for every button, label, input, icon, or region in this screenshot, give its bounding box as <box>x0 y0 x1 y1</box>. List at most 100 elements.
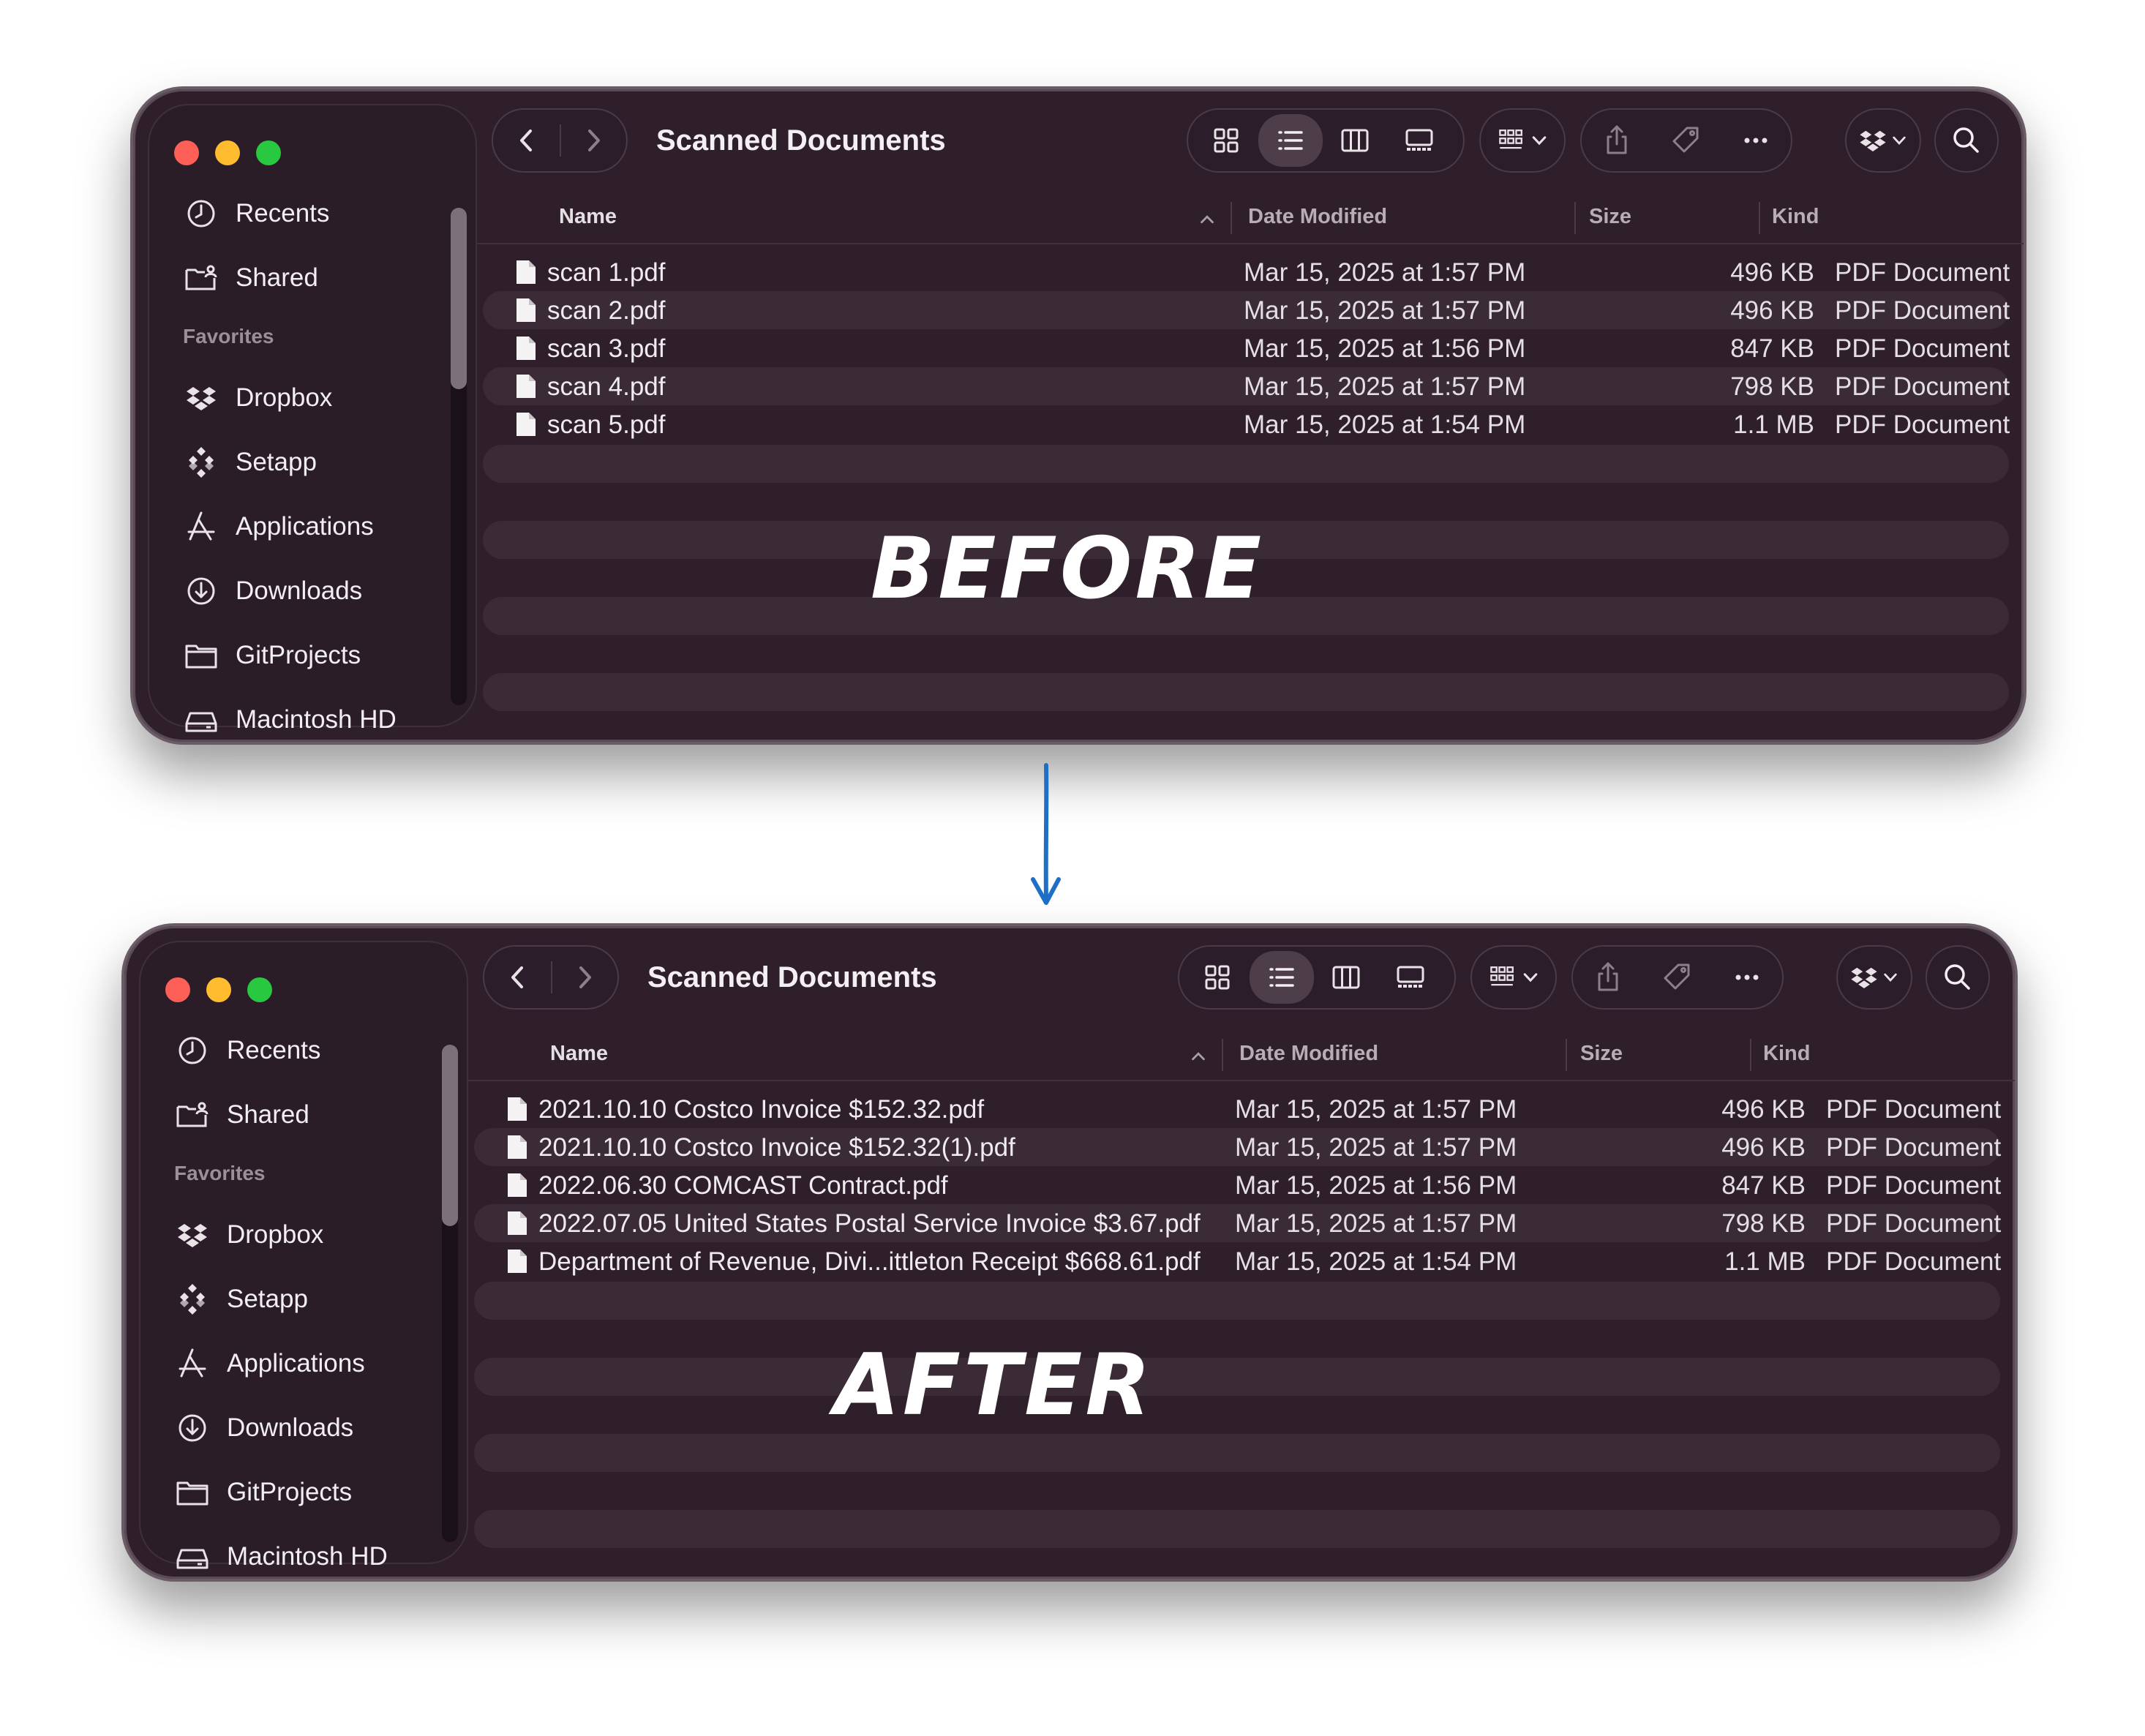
file-size: 798 KB <box>1721 1209 1806 1238</box>
search-button[interactable] <box>1926 945 1990 1010</box>
column-header-date[interactable]: Date Modified <box>1239 1042 1378 1066</box>
back-button[interactable] <box>493 122 560 159</box>
shared-folder-icon <box>185 265 217 290</box>
sort-ascending-icon <box>1192 1052 1205 1061</box>
action-buttons <box>1571 945 1784 1010</box>
sidebar-item-dropbox[interactable]: Dropbox <box>174 1213 323 1257</box>
search-button[interactable] <box>1934 108 1999 173</box>
file-kind: PDF Document <box>1835 258 2010 287</box>
column-divider[interactable] <box>1231 202 1232 234</box>
column-header-kind[interactable]: Kind <box>1763 1042 1810 1066</box>
sidebar-item-recents[interactable]: Recents <box>174 1029 320 1072</box>
column-divider[interactable] <box>1566 1039 1567 1071</box>
forward-button[interactable] <box>552 959 617 996</box>
list-view-button[interactable] <box>1258 114 1323 167</box>
file-row[interactable]: scan 4.pdf Mar 15, 2025 at 1:57 PM 798 KB P… <box>483 367 2010 405</box>
empty-row <box>474 1510 2000 1548</box>
dropbox-menu-button[interactable] <box>1845 108 1921 173</box>
file-row[interactable]: scan 5.pdf Mar 15, 2025 at 1:54 PM 1.1 MB P… <box>483 405 2010 443</box>
icon-view-button[interactable] <box>1185 951 1250 1004</box>
column-header-name[interactable]: Name <box>550 1042 608 1066</box>
file-row[interactable]: Department of Revenue, Divi...ittleton R… <box>474 1242 2001 1280</box>
icon-view-button[interactable] <box>1194 114 1258 167</box>
more-button[interactable] <box>1729 959 1765 996</box>
share-button[interactable] <box>1590 959 1626 996</box>
group-by-button[interactable] <box>1479 108 1566 173</box>
sidebar-item-dropbox[interactable]: Dropbox <box>183 376 332 420</box>
sidebar-item-macintosh-hd[interactable]: Macintosh HD <box>174 1535 388 1579</box>
sidebar-item-setapp[interactable]: Setapp <box>174 1277 308 1321</box>
dropbox-icon <box>178 1224 207 1247</box>
file-row[interactable]: scan 3.pdf Mar 15, 2025 at 1:56 PM 847 KB P… <box>483 329 2010 367</box>
grid-icon <box>1214 128 1239 153</box>
sidebar-item-setapp[interactable]: Setapp <box>183 440 317 484</box>
share-icon <box>1598 962 1618 991</box>
file-row[interactable]: scan 2.pdf Mar 15, 2025 at 1:57 PM 496 KB P… <box>483 291 2010 329</box>
sidebar-item-downloads[interactable]: Downloads <box>174 1406 353 1450</box>
sidebar-item-gitprojects[interactable]: GitProjects <box>174 1470 352 1514</box>
sidebar-item-applications[interactable]: Applications <box>174 1342 365 1386</box>
sidebar-item-applications[interactable]: Applications <box>183 505 374 549</box>
tag-button[interactable] <box>1659 959 1696 996</box>
zoom-button[interactable] <box>256 140 281 165</box>
disk-icon <box>185 712 217 732</box>
back-button[interactable] <box>484 959 551 996</box>
file-size: 496 KB <box>1730 258 1814 287</box>
file-name: scan 3.pdf <box>547 334 666 363</box>
chevron-down-icon <box>1893 136 1906 145</box>
gallery-view-button[interactable] <box>1387 114 1451 167</box>
sidebar-scroll-thumb[interactable] <box>451 208 467 389</box>
close-button[interactable] <box>165 977 190 1002</box>
sidebar-item-shared[interactable]: Shared <box>183 256 318 300</box>
column-divider[interactable] <box>1750 1039 1751 1071</box>
column-header-kind[interactable]: Kind <box>1772 205 1819 229</box>
file-row[interactable]: 2022.06.30 COMCAST Contract.pdf Mar 15, 2… <box>474 1166 2001 1204</box>
group-by-button[interactable] <box>1470 945 1557 1010</box>
file-row[interactable]: 2022.07.05 United States Postal Service … <box>474 1204 2001 1242</box>
column-header-date[interactable]: Date Modified <box>1248 205 1387 229</box>
column-divider[interactable] <box>1759 202 1760 234</box>
sort-ascending-icon <box>1201 215 1214 224</box>
file-size: 496 KB <box>1730 296 1814 325</box>
forward-button[interactable] <box>561 122 626 159</box>
download-icon <box>187 577 215 605</box>
gallery-view-button[interactable] <box>1378 951 1443 1004</box>
sidebar-item-macintosh-hd[interactable]: Macintosh HD <box>183 698 397 742</box>
nav-buttons <box>483 945 619 1010</box>
dropbox-menu-button[interactable] <box>1836 945 1912 1010</box>
column-header-name[interactable]: Name <box>559 205 617 229</box>
minimize-button[interactable] <box>206 977 231 1002</box>
column-divider[interactable] <box>1574 202 1576 234</box>
column-view-button[interactable] <box>1323 114 1387 167</box>
sidebar-scrollbar[interactable] <box>451 208 467 705</box>
finder-window-before: Recents Shared Favorites Dropbox Setapp Appli… <box>130 86 2026 745</box>
sidebar-scrollbar[interactable] <box>442 1045 458 1542</box>
file-row[interactable]: 2021.10.10 Costco Invoice $152.32.pdf Mar… <box>474 1090 2001 1128</box>
file-row[interactable]: 2021.10.10 Costco Invoice $152.32(1).pdf… <box>474 1128 2001 1166</box>
share-icon <box>1607 125 1627 154</box>
sidebar-item-shared[interactable]: Shared <box>174 1093 309 1137</box>
list-view-button[interactable] <box>1250 951 1314 1004</box>
sidebar-item-recents[interactable]: Recents <box>183 192 329 236</box>
search-icon <box>1945 964 1970 990</box>
sidebar-scroll-thumb[interactable] <box>442 1045 458 1226</box>
zoom-button[interactable] <box>247 977 272 1002</box>
more-button[interactable] <box>1738 122 1774 159</box>
sidebar-item-downloads[interactable]: Downloads <box>183 569 362 613</box>
tag-button[interactable] <box>1668 122 1705 159</box>
column-header-size[interactable]: Size <box>1580 1042 1623 1066</box>
file-name: scan 1.pdf <box>547 258 666 287</box>
minimize-button[interactable] <box>215 140 240 165</box>
share-button[interactable] <box>1599 122 1635 159</box>
column-view-button[interactable] <box>1314 951 1378 1004</box>
sidebar-item-gitprojects[interactable]: GitProjects <box>183 634 361 677</box>
after-label: AFTER <box>834 1336 1154 1435</box>
list-icon <box>1269 968 1294 987</box>
toolbar: Scanned Documents <box>483 941 2000 1014</box>
file-kind: PDF Document <box>1835 372 2010 401</box>
column-header-size[interactable]: Size <box>1589 205 1631 229</box>
file-row[interactable]: scan 1.pdf Mar 15, 2025 at 1:57 PM 496 KB P… <box>483 253 2010 291</box>
file-name: scan 5.pdf <box>547 410 666 439</box>
column-divider[interactable] <box>1222 1039 1223 1071</box>
close-button[interactable] <box>174 140 199 165</box>
